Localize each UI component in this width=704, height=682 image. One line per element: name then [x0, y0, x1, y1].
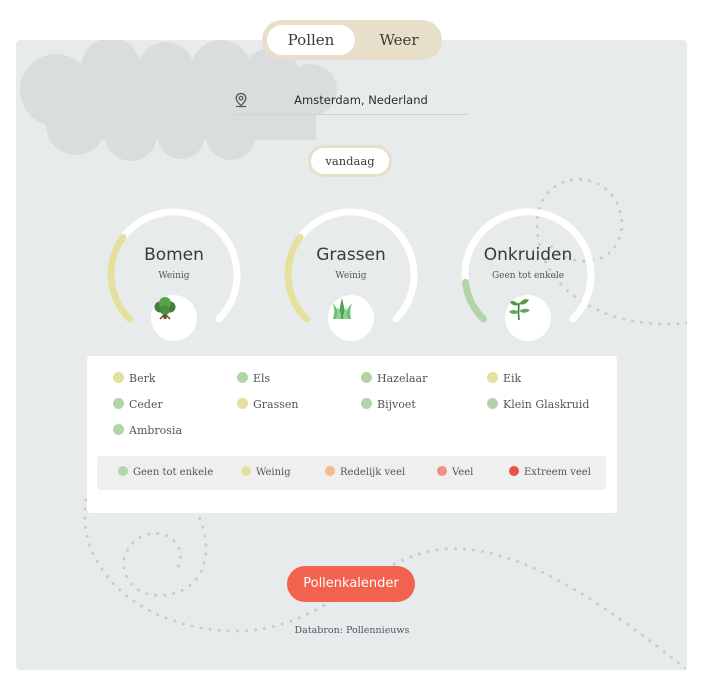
- pollenkalender-button[interactable]: Pollenkalender: [287, 566, 415, 602]
- pollen-weer-toggle: Pollen Weer: [262, 20, 442, 60]
- gauge-onkruiden: Onkruiden Geen tot enkele: [460, 205, 596, 345]
- level-dot: [237, 398, 248, 409]
- gauge-title: Grassen: [316, 245, 386, 265]
- gauge-level-text: Weinig: [335, 271, 367, 281]
- legend-item: Extreem veel: [509, 466, 591, 480]
- legend-item: Geen tot enkele: [118, 466, 213, 480]
- plant-item: Bijvoet: [361, 397, 416, 413]
- tree-icon: [151, 295, 197, 341]
- legend-item: Veel: [437, 466, 473, 480]
- plant-item: Klein Glaskruid: [487, 397, 589, 413]
- tab-pollen[interactable]: Pollen: [267, 25, 355, 55]
- grass-icon: [328, 295, 374, 341]
- level-dot: [118, 466, 128, 476]
- level-dot: [237, 372, 248, 383]
- pollen-types-card: Berk Els Hazelaar Eik Ceder Grassen Bijv…: [87, 356, 617, 513]
- level-dot: [113, 372, 124, 383]
- plant-item: Hazelaar: [361, 371, 427, 387]
- plant-item: Grassen: [237, 397, 299, 413]
- level-legend: Geen tot enkele Weinig Redelijk veel Vee…: [97, 456, 606, 490]
- gauge-title: Bomen: [144, 245, 204, 265]
- plant-item: Eik: [487, 371, 521, 387]
- level-dot: [241, 466, 251, 476]
- level-dot: [113, 398, 124, 409]
- level-dot: [113, 424, 124, 435]
- legend-item: Weinig: [241, 466, 291, 480]
- level-dot: [487, 398, 498, 409]
- location-field[interactable]: Amsterdam, Nederland: [234, 88, 468, 115]
- gauge-grassen: Grassen Weinig: [283, 205, 419, 345]
- herb-icon: [505, 295, 551, 341]
- gauge-title: Onkruiden: [483, 245, 573, 265]
- data-source-text: Databron: Pollennieuws: [294, 625, 410, 636]
- level-dot: [487, 372, 498, 383]
- plant-item: Ceder: [113, 397, 163, 413]
- tab-weer[interactable]: Weer: [360, 25, 438, 55]
- gauge-bomen: Bomen Weinig: [106, 205, 242, 345]
- plant-item: Ambrosia: [113, 423, 182, 439]
- level-dot: [325, 466, 335, 476]
- plant-item: Els: [237, 371, 270, 387]
- legend-item: Redelijk veel: [325, 466, 405, 480]
- gauge-level-arc: [462, 278, 487, 323]
- gauge-level-text: Weinig: [158, 271, 190, 281]
- location-value: Amsterdam, Nederland: [294, 93, 428, 107]
- level-dot: [361, 372, 372, 383]
- date-selector-button[interactable]: vandaag: [308, 145, 392, 177]
- level-dot: [361, 398, 372, 409]
- level-dot: [509, 466, 519, 476]
- plant-item: Berk: [113, 371, 156, 387]
- level-dot: [437, 466, 447, 476]
- gauge-level-text: Geen tot enkele: [491, 271, 565, 281]
- location-pin-icon: [235, 92, 247, 108]
